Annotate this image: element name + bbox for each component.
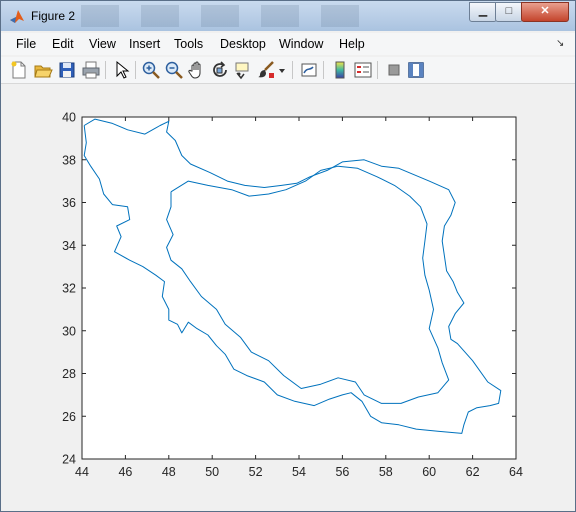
y-tick-label: 34	[62, 239, 76, 253]
x-tick-label: 64	[509, 465, 523, 479]
close-button[interactable]: ✕	[521, 2, 569, 22]
minimize-button[interactable]: ▁	[469, 2, 497, 22]
y-tick-label: 26	[62, 410, 76, 424]
x-tick-label: 50	[205, 465, 219, 479]
x-tick-label: 52	[249, 465, 263, 479]
pan-hand-icon[interactable]	[187, 60, 207, 80]
menu-bar: File Edit View Insert Tools Desktop Wind…	[1, 33, 575, 55]
zoom-out-icon[interactable]	[164, 60, 184, 80]
menu-help[interactable]: Help	[339, 37, 365, 51]
menu-insert[interactable]: Insert	[129, 37, 160, 51]
x-tick-label: 60	[422, 465, 436, 479]
toolbar-separator	[323, 61, 324, 79]
x-tick-label: 46	[118, 465, 132, 479]
menu-tools[interactable]: Tools	[174, 37, 203, 51]
window-title: Figure 2	[31, 9, 76, 23]
toolbar-separator	[377, 61, 378, 79]
save-icon[interactable]	[57, 60, 77, 80]
rotate-3d-icon[interactable]	[210, 60, 230, 80]
new-figure-icon[interactable]	[9, 60, 29, 80]
y-tick-label: 38	[62, 153, 76, 167]
y-tick-label: 28	[62, 367, 76, 381]
title-bar[interactable]: Figure 2 ▁ □ ✕	[1, 1, 575, 31]
plot-area[interactable]	[81, 116, 517, 460]
brush-dropdown-icon[interactable]	[277, 60, 287, 80]
menu-view[interactable]: View	[89, 37, 116, 51]
toolbar-separator	[105, 61, 106, 79]
colorbar-icon[interactable]	[330, 60, 350, 80]
toolbar-separator	[135, 61, 136, 79]
x-tick-label: 54	[292, 465, 306, 479]
zoom-in-icon[interactable]	[141, 60, 161, 80]
legend-icon[interactable]	[353, 60, 373, 80]
menu-edit[interactable]: Edit	[52, 37, 74, 51]
dock-figure-icon[interactable]: ↘	[556, 38, 564, 49]
toolbar-separator	[292, 61, 293, 79]
x-tick-label: 62	[466, 465, 480, 479]
figure-window: Figure 2 ▁ □ ✕ File Edit View Insert Too…	[0, 0, 576, 512]
link-plot-icon[interactable]	[299, 60, 319, 80]
maximize-button[interactable]: □	[495, 2, 523, 22]
y-tick-label: 36	[62, 196, 76, 210]
x-tick-label: 48	[162, 465, 176, 479]
brush-icon[interactable]	[256, 60, 276, 80]
show-plot-tools-icon[interactable]	[406, 60, 426, 80]
axes[interactable]: 44 46 48 50 52 54 56 58 60 62 64 24 26 28 30 32 34 36 38 40	[3, 85, 573, 509]
open-file-icon[interactable]	[33, 60, 53, 80]
x-tick-label: 56	[335, 465, 349, 479]
x-tick-label: 58	[379, 465, 393, 479]
menu-window[interactable]: Window	[279, 37, 323, 51]
x-tick-label: 44	[75, 465, 89, 479]
figure-canvas: 44 46 48 50 52 54 56 58 60 62 64 24 26 28 30 32 34 36 38 40	[3, 85, 573, 509]
background-taskbar-ghost	[81, 5, 381, 27]
y-tick-label: 30	[62, 324, 76, 338]
hide-plot-tools-icon[interactable]	[384, 60, 404, 80]
matlab-logo-icon	[10, 10, 24, 23]
y-tick-label: 32	[62, 282, 76, 296]
figure-toolbar	[1, 57, 575, 84]
y-tick-label: 40	[62, 111, 76, 125]
menu-desktop[interactable]: Desktop	[220, 37, 266, 51]
print-icon[interactable]	[81, 60, 101, 80]
data-cursor-icon[interactable]	[233, 60, 253, 80]
menu-file[interactable]: File	[16, 37, 36, 51]
pointer-icon[interactable]	[111, 60, 131, 80]
y-tick-label: 24	[62, 453, 76, 467]
